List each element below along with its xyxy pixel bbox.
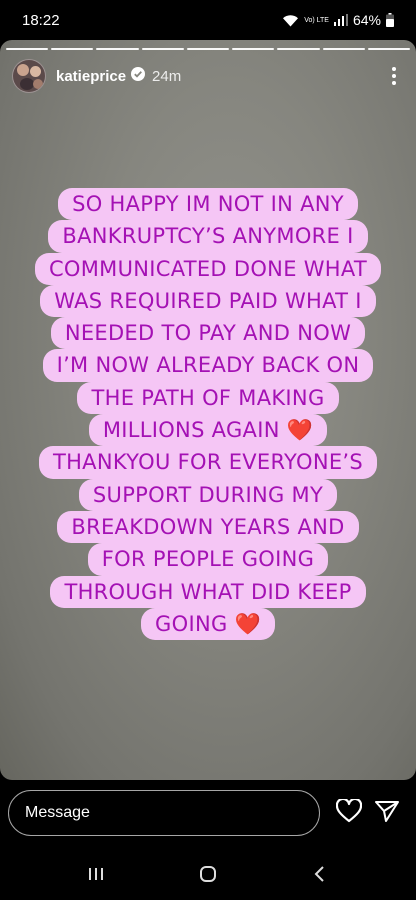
status-time: 18:22 (22, 11, 60, 29)
sticker-text-line: THE PATH OF MAKING (77, 381, 339, 415)
red-heart-icon: ❤️ (234, 611, 261, 636)
story-time: 24m (152, 67, 182, 85)
story-progress-segment (141, 48, 184, 50)
story-progress-segment (232, 48, 275, 50)
more-options-icon[interactable] (384, 64, 404, 88)
reply-bar: Message (0, 786, 416, 840)
sticker-text-line: I’M NOW ALREADY BACK ON (42, 349, 374, 382)
system-nav-bar (0, 848, 416, 900)
volte-label: Vo) LTE (304, 16, 329, 24)
story-progress-segment (277, 48, 320, 50)
sticker-text-line: NEEDED TO PAY AND NOW (50, 317, 366, 350)
story-progress-segment (6, 48, 49, 50)
send-icon[interactable] (374, 799, 400, 828)
sticker-text-line: SUPPORT DURING MY (78, 478, 338, 511)
sticker-text-line: THANKYOU FOR EVERYONE’S (38, 446, 378, 479)
sticker-text-line: BREAKDOWN YEARS AND (57, 510, 359, 544)
sticker-text-line: COMMUNICATED DONE WHAT (34, 252, 382, 285)
battery-icon (386, 13, 394, 27)
text-sticker: SO HAPPY IM NOT IN ANY BANKRUPTCY’S ANYMO… (0, 188, 416, 641)
sticker-text-line: BANKRUPTCY’S ANYMORE I (48, 220, 368, 253)
wifi-icon (282, 14, 299, 27)
sticker-text-line: FOR PEOPLE GOING (87, 543, 329, 576)
sticker-text-line: MILLIONS AGAIN ❤️ (88, 414, 328, 447)
verified-badge-icon (131, 66, 146, 86)
home-icon[interactable] (188, 854, 228, 894)
story-progress-segment (367, 48, 410, 50)
story-progress-bar (6, 48, 410, 50)
story-progress-segment (96, 48, 139, 50)
story-progress-segment (186, 48, 230, 50)
signal-icon (333, 14, 348, 26)
story-progress-segment (51, 48, 94, 50)
sticker-text-line: WAS REQUIRED PAID WHAT I (40, 284, 376, 318)
avatar[interactable] (12, 59, 46, 93)
status-bar: 18:22 Vo) LTE 64% (0, 0, 416, 40)
sticker-text-line: THROUGH WHAT DID KEEP (50, 575, 366, 608)
story-progress-segment (322, 48, 365, 50)
heart-icon[interactable] (335, 797, 363, 828)
recent-apps-icon[interactable] (76, 854, 116, 894)
story-card[interactable]: katieprice 24m SO HAPPY IM NOT IN ANY BAN… (0, 40, 416, 780)
sticker-text-line: GOING ❤️ (141, 607, 275, 641)
back-icon[interactable] (300, 854, 340, 894)
story-username[interactable]: katieprice (56, 68, 126, 85)
message-input[interactable]: Message (8, 790, 320, 836)
red-heart-icon: ❤️ (286, 418, 314, 443)
sticker-text-line: SO HAPPY IM NOT IN ANY (58, 188, 358, 221)
story-header: katieprice 24m (12, 58, 404, 94)
battery-percent: 64% (352, 12, 381, 28)
status-icons: Vo) LTE 64% (282, 12, 394, 28)
